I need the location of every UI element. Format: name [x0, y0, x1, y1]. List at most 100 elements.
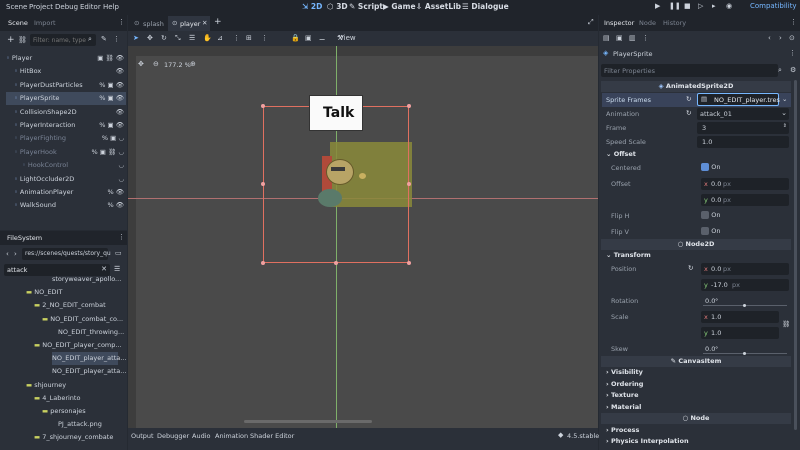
workspace-assetlib[interactable]: ⇩ AssetLib: [416, 2, 461, 11]
tab-node[interactable]: Node: [639, 19, 656, 27]
scene-node[interactable]: ◦ CollisionShape2D 👁: [6, 106, 126, 119]
link-icon[interactable]: ⛓: [782, 320, 790, 328]
h-scrollbar[interactable]: [244, 420, 372, 423]
tab-inspector[interactable]: Inspector: [604, 19, 634, 27]
back-icon[interactable]: ‹: [6, 250, 9, 258]
ruler-tool-icon[interactable]: ⊿: [217, 34, 223, 42]
layout-icon[interactable]: ▭: [115, 249, 122, 257]
skew-slider[interactable]: 0.0 °: [701, 343, 789, 355]
tab-output[interactable]: Output: [131, 432, 154, 440]
scene-node[interactable]: ◦ PlayerDustParticles% ▣ 👁: [6, 79, 126, 92]
file-item[interactable]: storyweaver_apollo...: [52, 273, 121, 286]
flip-v-checkbox[interactable]: On: [701, 227, 720, 235]
tab-audio[interactable]: Audio: [192, 432, 210, 440]
scene-node[interactable]: ◦ HitBox 👁: [6, 65, 126, 78]
file-item[interactable]: NO_EDIT_throwing...: [58, 326, 124, 339]
zoom-in-icon[interactable]: ⊕: [190, 60, 196, 68]
scene-node[interactable]: ◦ HookControl ◡: [6, 159, 126, 172]
tab-import[interactable]: Import: [34, 19, 56, 27]
open-resource-icon[interactable]: ▣: [616, 34, 623, 42]
tab-animation[interactable]: Animation: [215, 432, 248, 440]
workspace-game[interactable]: ▶ Game: [383, 2, 416, 11]
node-status-icons[interactable]: 👁: [116, 106, 124, 119]
handle-b[interactable]: [334, 261, 338, 265]
expand-icon[interactable]: ⋮: [113, 35, 120, 43]
menu-dots-icon[interactable]: ⋮: [790, 18, 797, 26]
workspace-3d[interactable]: ⬡ 3D: [327, 2, 348, 11]
play-scene-icon[interactable]: ▷: [698, 2, 703, 10]
scene-node[interactable]: ◦ PlayerFighting% ▣ ◡: [6, 132, 126, 145]
folder-item[interactable]: ▬ 7_shjourney_combate: [34, 431, 113, 444]
tab-scene[interactable]: Scene: [8, 19, 28, 27]
spin-icon[interactable]: ⇕: [783, 123, 787, 129]
rotation-slider[interactable]: 0.0 °: [701, 295, 789, 307]
new-resource-icon[interactable]: ▤: [603, 34, 610, 42]
node-status-icons[interactable]: % ▣ 👁: [99, 119, 124, 132]
offset-y-field[interactable]: y 0.0 px: [701, 194, 789, 206]
snap-icon[interactable]: ⋮: [233, 34, 240, 42]
filter-properties-input[interactable]: Filter Properties: [601, 64, 778, 77]
view-menu[interactable]: View: [339, 34, 356, 42]
revert-icon[interactable]: ↻: [688, 264, 693, 272]
section-transform[interactable]: ⌄ Transform: [601, 250, 791, 261]
scene-node[interactable]: ◦ WalkSound% 👁: [6, 199, 126, 212]
menu-dots-icon[interactable]: ⋮: [118, 233, 125, 241]
object-menu-icon[interactable]: ⋮: [789, 49, 796, 57]
play-custom-icon[interactable]: ▸: [712, 2, 716, 10]
speed-scale-spinbox[interactable]: 1.0: [697, 136, 789, 148]
section-offset[interactable]: ⌄ Offset: [601, 149, 791, 160]
animation-select[interactable]: attack_01 ⌄: [697, 108, 789, 120]
position-y-field[interactable]: y -17.0 px: [701, 279, 789, 291]
menu-project[interactable]: Project: [29, 3, 53, 11]
scene-node[interactable]: ◦ PlayerInteraction% ▣ 👁: [6, 119, 126, 132]
menu-scene[interactable]: Scene: [6, 3, 27, 11]
file-item[interactable]: PJ_attack.png: [58, 418, 102, 431]
flip-h-checkbox[interactable]: On: [701, 211, 720, 219]
script-attach-icon[interactable]: ✎: [101, 35, 107, 43]
history-icon[interactable]: ⊙: [789, 34, 795, 42]
section-visibility[interactable]: › Visibility: [601, 367, 791, 378]
section-texture[interactable]: › Texture: [601, 390, 791, 401]
distraction-free-icon[interactable]: ⤢: [588, 18, 594, 27]
section-ordering[interactable]: › Ordering: [601, 379, 791, 390]
tab-history[interactable]: History: [663, 19, 686, 27]
play-icon[interactable]: ▶: [655, 2, 660, 10]
forward-icon[interactable]: ›: [14, 250, 17, 258]
folder-item[interactable]: ▬ 2_NO_EDIT_combat: [34, 299, 106, 312]
node-status-icons[interactable]: % ▣ 👁: [99, 79, 124, 92]
offset-x-field[interactable]: x 0.0 px: [701, 178, 789, 190]
tab-debugger[interactable]: Debugger: [157, 432, 189, 440]
renderer-select[interactable]: Compatibility: [750, 2, 797, 10]
pause-icon[interactable]: ❚❚: [669, 2, 681, 10]
add-node-icon[interactable]: +: [7, 35, 15, 45]
handle-l[interactable]: [261, 182, 265, 186]
link-icon[interactable]: ⛓: [18, 36, 27, 44]
workspace-script[interactable]: ✎ Script: [349, 2, 383, 11]
center-view-icon[interactable]: ✥: [138, 60, 144, 68]
extra-icon[interactable]: ⋮: [642, 34, 649, 42]
grid-snap-icon[interactable]: ⊞: [246, 34, 252, 42]
clear-icon[interactable]: ✕: [101, 265, 107, 273]
menu-help[interactable]: Help: [103, 3, 119, 11]
chevron-down-icon[interactable]: ⌄: [782, 95, 787, 103]
pan-tool-icon[interactable]: ✋: [203, 34, 212, 42]
centered-checkbox[interactable]: On: [701, 163, 720, 171]
sprite-frames-field[interactable]: NO_EDIT_player.tres ▤: [697, 93, 780, 106]
move-tool-icon[interactable]: ✥: [147, 34, 153, 42]
inspector-scrollbar[interactable]: [794, 80, 797, 430]
scene-filter-input[interactable]: [30, 34, 96, 46]
path-field[interactable]: res://scenes/quests/story_qu: [22, 248, 111, 260]
zoom-out-icon[interactable]: ⊖: [153, 60, 159, 68]
menu-debug[interactable]: Debug: [55, 3, 78, 11]
history-back-icon[interactable]: ‹: [768, 34, 771, 42]
file-item[interactable]: NO_EDIT_player_atta...: [52, 352, 126, 366]
lock-icon[interactable]: 🔒: [291, 34, 300, 42]
node-status-icons[interactable]: 👁: [116, 65, 124, 78]
revert-icon[interactable]: ↻: [686, 95, 691, 103]
stop-icon[interactable]: ■: [684, 2, 691, 10]
settings-icon[interactable]: ⚙: [790, 66, 796, 74]
file-item[interactable]: NO_EDIT_player_atta...: [52, 365, 126, 378]
section-material[interactable]: › Material: [601, 402, 791, 413]
section-process[interactable]: › Process: [601, 425, 791, 436]
position-x-field[interactable]: x 0.0 px: [701, 263, 789, 275]
